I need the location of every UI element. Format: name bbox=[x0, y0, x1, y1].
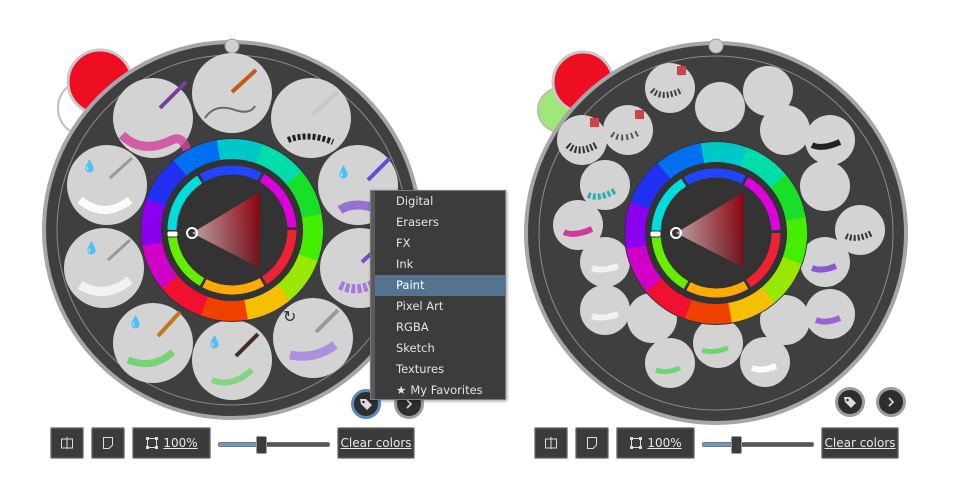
swap-icon: ↻ bbox=[283, 307, 296, 326]
tag-menu-label: Sketch bbox=[396, 341, 435, 355]
hue-marker[interactable] bbox=[166, 230, 179, 238]
brush-slot[interactable] bbox=[113, 303, 193, 383]
split-view-button[interactable] bbox=[50, 427, 84, 459]
new-page-button[interactable] bbox=[575, 427, 609, 459]
brush-slot[interactable] bbox=[740, 337, 790, 387]
svg-text:💧: 💧 bbox=[336, 165, 351, 179]
tag-menu-label: Ink bbox=[396, 257, 414, 271]
checker-icon bbox=[677, 66, 686, 75]
svg-text:💧: 💧 bbox=[207, 335, 222, 349]
tag-menu-label: RGBA bbox=[396, 320, 429, 334]
brush-size-slider[interactable] bbox=[218, 436, 330, 454]
brush-slot[interactable] bbox=[192, 320, 272, 400]
brush-slot[interactable] bbox=[192, 53, 272, 133]
tag-menu-label: Textures bbox=[396, 362, 445, 376]
brush-size-slider[interactable] bbox=[702, 436, 814, 454]
rotate-handle[interactable] bbox=[708, 38, 724, 54]
brush-slot[interactable] bbox=[64, 228, 144, 308]
svg-text:💧: 💧 bbox=[128, 315, 143, 329]
zoom-frame-icon bbox=[630, 437, 643, 449]
zoom-button[interactable]: 100% bbox=[616, 427, 695, 459]
zoom-label: 100% bbox=[647, 436, 682, 450]
hue-marker[interactable] bbox=[649, 230, 662, 238]
split-view-icon bbox=[61, 437, 73, 449]
brush-slot[interactable] bbox=[580, 160, 630, 210]
tag-filter-button[interactable] bbox=[835, 387, 865, 417]
new-page-button[interactable] bbox=[91, 427, 125, 459]
brush-slot[interactable] bbox=[800, 161, 850, 211]
rotate-handle[interactable] bbox=[224, 38, 240, 54]
brush-palette-left: 💧 💧 💧 💧 💧 ↻ 100% Clear colors Digital Er… bbox=[0, 0, 506, 495]
split-view-button[interactable] bbox=[534, 427, 568, 459]
tag-menu-label: FX bbox=[396, 236, 411, 250]
zoom-button[interactable]: 100% bbox=[132, 427, 211, 459]
clear-colors-label: Clear colors bbox=[824, 436, 896, 450]
clear-colors-button[interactable]: Clear colors bbox=[337, 427, 415, 459]
brush-slot[interactable] bbox=[557, 115, 607, 165]
zoom-frame-icon bbox=[146, 437, 159, 449]
next-page-button[interactable] bbox=[876, 387, 906, 417]
brush-slot[interactable] bbox=[805, 289, 855, 339]
tag-icon bbox=[844, 397, 856, 408]
checker-icon bbox=[635, 110, 644, 119]
slider-handle[interactable] bbox=[256, 436, 267, 454]
page-icon bbox=[587, 437, 597, 449]
brush-slot[interactable] bbox=[645, 338, 695, 388]
zoom-label: 100% bbox=[163, 436, 198, 450]
split-view-icon bbox=[545, 437, 557, 449]
star-icon: ★ bbox=[396, 383, 407, 397]
brush-slot[interactable] bbox=[695, 82, 745, 132]
brush-slot[interactable] bbox=[271, 78, 351, 158]
tag-menu-label: Pixel Art bbox=[396, 299, 444, 313]
tag-menu-label: Erasers bbox=[396, 215, 439, 229]
palette-wheel-right bbox=[524, 38, 908, 425]
chevron-right-icon bbox=[888, 397, 895, 407]
brush-palette-right: 100% Clear colors bbox=[480, 0, 960, 495]
brush-slot[interactable] bbox=[603, 105, 653, 155]
svg-text:💧: 💧 bbox=[84, 241, 99, 255]
slider-handle[interactable] bbox=[731, 436, 742, 454]
brush-slot[interactable] bbox=[645, 63, 695, 113]
slider-fill bbox=[219, 443, 261, 446]
tag-menu-label: My Favorites bbox=[410, 383, 483, 397]
page-icon bbox=[103, 437, 113, 449]
svg-text:💧: 💧 bbox=[82, 159, 97, 173]
brush-slot[interactable] bbox=[805, 115, 855, 165]
brush-slot[interactable] bbox=[693, 318, 743, 368]
brush-slot[interactable] bbox=[760, 105, 810, 155]
brush-slot[interactable] bbox=[580, 285, 630, 335]
tag-menu-label: Digital bbox=[396, 194, 434, 208]
tag-menu-label: Paint bbox=[396, 278, 425, 292]
clear-colors-label: Clear colors bbox=[340, 436, 412, 450]
brush-slot[interactable] bbox=[800, 237, 850, 287]
checker-icon bbox=[590, 118, 599, 127]
clear-colors-button[interactable]: Clear colors bbox=[821, 427, 899, 459]
